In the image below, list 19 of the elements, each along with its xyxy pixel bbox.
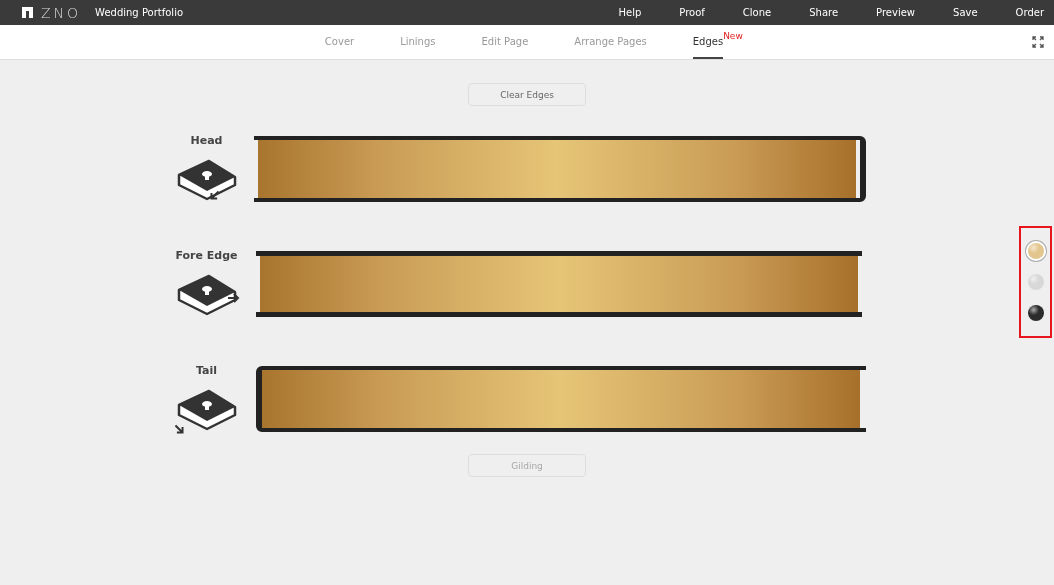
tab[interactable]: Edges: [692, 25, 724, 59]
edge-label: Tail: [195, 363, 218, 377]
project-title: Wedding Portfolio: [95, 7, 184, 18]
menu-button[interactable]: Help: [580, 0, 642, 25]
edge-label: Fore Edge: [175, 248, 238, 262]
color-swatch[interactable]: [1027, 243, 1044, 259]
logo: ZNO: [41, 4, 82, 21]
logo-icon: [22, 7, 33, 18]
new-label: New: [723, 31, 743, 41]
menu-button[interactable]: Save: [915, 0, 978, 25]
menu-button[interactable]: Share: [771, 0, 839, 25]
menu-button[interactable]: Order: [977, 0, 1044, 25]
clear-edges-button[interactable]: Clear Edges: [468, 83, 586, 106]
color-swatch[interactable]: [1027, 305, 1044, 321]
menu-button[interactable]: Proof: [641, 0, 705, 25]
fullscreen-icon[interactable]: [1032, 36, 1044, 48]
menu-button[interactable]: Preview: [838, 0, 916, 25]
edge-label: Head: [190, 133, 223, 147]
menu-button[interactable]: Clone: [704, 0, 772, 25]
